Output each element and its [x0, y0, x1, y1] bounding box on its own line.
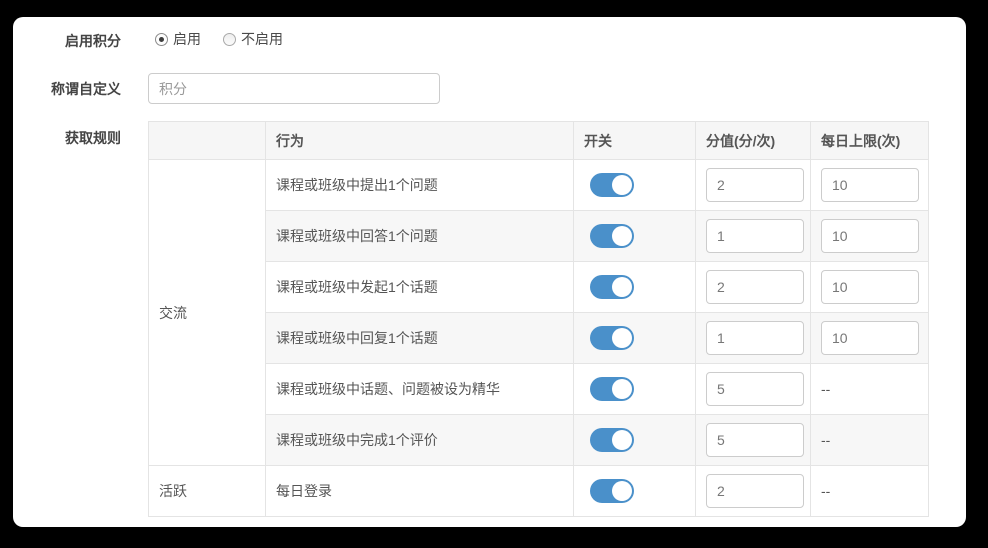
- daily-limit-cell: --: [811, 466, 929, 517]
- radio-option-label: 不启用: [241, 29, 283, 49]
- behavior-cell: 课程或班级中话题、问题被设为精华: [266, 364, 574, 415]
- daily-limit-cell: [811, 262, 929, 313]
- table-header-row: 行为 开关 分值(分/次) 每日上限(次): [149, 122, 929, 160]
- toggle-switch[interactable]: [590, 224, 634, 248]
- score-input[interactable]: [706, 474, 804, 508]
- radio-option-enable[interactable]: 启用: [155, 29, 201, 49]
- switch-cell: [574, 415, 696, 466]
- switch-cell: [574, 262, 696, 313]
- toggle-switch[interactable]: [590, 479, 634, 503]
- rules-table-wrapper: 行为 开关 分值(分/次) 每日上限(次) 交流课程或班级中提出1个问题课程或班…: [148, 121, 929, 517]
- radio-option-disable[interactable]: 不启用: [223, 29, 283, 49]
- daily-limit-na: --: [821, 483, 830, 499]
- category-cell: 活跃: [149, 466, 266, 517]
- header-switch: 开关: [574, 122, 696, 160]
- toggle-knob: [612, 430, 632, 450]
- radio-selected-icon: [155, 33, 168, 46]
- score-cell: [696, 313, 811, 364]
- enable-points-radio-group: 启用 不启用: [155, 29, 305, 49]
- behavior-cell: 课程或班级中回答1个问题: [266, 211, 574, 262]
- switch-cell: [574, 211, 696, 262]
- custom-name-label: 称谓自定义: [13, 81, 121, 97]
- table-row: 课程或班级中完成1个评价 --: [149, 415, 929, 466]
- daily-limit-cell: [811, 160, 929, 211]
- score-cell: [696, 160, 811, 211]
- switch-cell: [574, 466, 696, 517]
- toggle-switch[interactable]: [590, 326, 634, 350]
- daily-limit-cell: [811, 211, 929, 262]
- table-row: 活跃每日登录 --: [149, 466, 929, 517]
- score-cell: [696, 466, 811, 517]
- toggle-knob: [612, 226, 632, 246]
- header-score: 分值(分/次): [696, 122, 811, 160]
- score-input[interactable]: [706, 372, 804, 406]
- toggle-knob: [612, 481, 632, 501]
- custom-name-input[interactable]: [148, 73, 440, 104]
- radio-unselected-icon: [223, 33, 236, 46]
- behavior-cell: 课程或班级中提出1个问题: [266, 160, 574, 211]
- score-cell: [696, 211, 811, 262]
- toggle-switch[interactable]: [590, 377, 634, 401]
- daily-limit-input[interactable]: [821, 219, 919, 253]
- toggle-knob: [612, 175, 632, 195]
- toggle-knob: [612, 379, 632, 399]
- header-category: [149, 122, 266, 160]
- rules-table: 行为 开关 分值(分/次) 每日上限(次) 交流课程或班级中提出1个问题课程或班…: [148, 121, 929, 517]
- settings-panel: 启用积分 启用 不启用 称谓自定义 获取规则 行为 开关 分值(分/次): [13, 17, 966, 527]
- table-row: 课程或班级中发起1个话题: [149, 262, 929, 313]
- daily-limit-cell: --: [811, 415, 929, 466]
- daily-limit-na: --: [821, 381, 830, 397]
- toggle-switch[interactable]: [590, 428, 634, 452]
- table-row: 课程或班级中回答1个问题: [149, 211, 929, 262]
- score-cell: [696, 262, 811, 313]
- daily-limit-input[interactable]: [821, 168, 919, 202]
- behavior-cell: 课程或班级中完成1个评价: [266, 415, 574, 466]
- rules-label: 获取规则: [13, 130, 121, 146]
- category-cell: 交流: [149, 160, 266, 466]
- header-daily-limit: 每日上限(次): [811, 122, 929, 160]
- table-row: 课程或班级中话题、问题被设为精华 --: [149, 364, 929, 415]
- daily-limit-cell: [811, 313, 929, 364]
- header-behavior: 行为: [266, 122, 574, 160]
- toggle-switch[interactable]: [590, 173, 634, 197]
- table-row: 课程或班级中回复1个话题: [149, 313, 929, 364]
- score-cell: [696, 415, 811, 466]
- screenshot-root: { "colors": { "accent": "#4a90ca" }, "fo…: [0, 0, 988, 548]
- behavior-cell: 每日登录: [266, 466, 574, 517]
- toggle-knob: [612, 328, 632, 348]
- score-cell: [696, 364, 811, 415]
- behavior-cell: 课程或班级中发起1个话题: [266, 262, 574, 313]
- score-input[interactable]: [706, 321, 804, 355]
- table-row: 交流课程或班级中提出1个问题: [149, 160, 929, 211]
- score-input[interactable]: [706, 423, 804, 457]
- daily-limit-cell: --: [811, 364, 929, 415]
- toggle-knob: [612, 277, 632, 297]
- daily-limit-na: --: [821, 432, 830, 448]
- score-input[interactable]: [706, 168, 804, 202]
- score-input[interactable]: [706, 219, 804, 253]
- enable-points-label: 启用积分: [13, 33, 121, 49]
- score-input[interactable]: [706, 270, 804, 304]
- toggle-switch[interactable]: [590, 275, 634, 299]
- radio-option-label: 启用: [173, 29, 201, 49]
- behavior-cell: 课程或班级中回复1个话题: [266, 313, 574, 364]
- switch-cell: [574, 364, 696, 415]
- rules-tbody: 交流课程或班级中提出1个问题课程或班级中回答1个问题课程或班级中发起1个话题课程…: [149, 160, 929, 517]
- switch-cell: [574, 313, 696, 364]
- daily-limit-input[interactable]: [821, 321, 919, 355]
- switch-cell: [574, 160, 696, 211]
- daily-limit-input[interactable]: [821, 270, 919, 304]
